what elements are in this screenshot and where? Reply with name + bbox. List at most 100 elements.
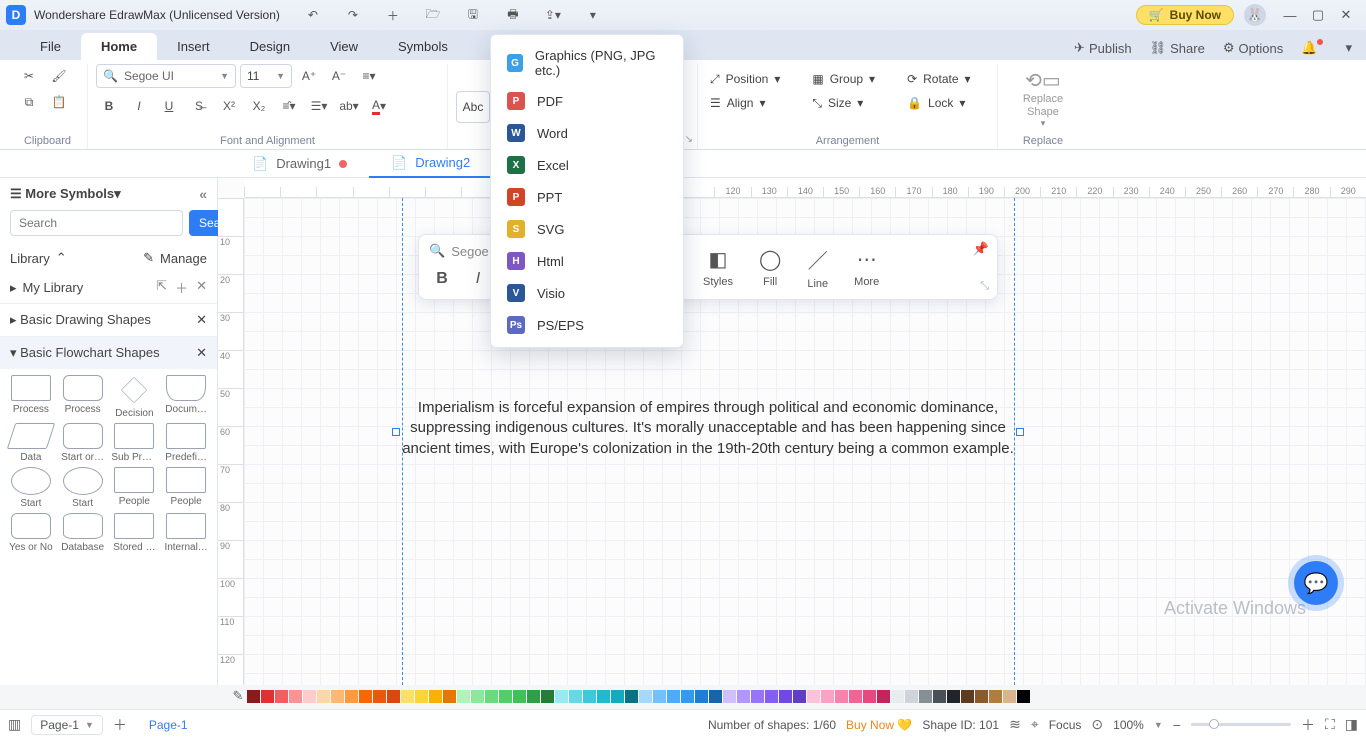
zoom-value[interactable]: 100%	[1113, 718, 1144, 732]
shape-sub-pro-[interactable]: Sub Pro…	[110, 423, 160, 463]
share-button[interactable]: ⛓ Share	[1144, 36, 1211, 60]
color-swatch[interactable]	[317, 690, 330, 703]
align-button[interactable]: ☰ Align▾	[706, 92, 784, 114]
export-item-ps-eps[interactable]: PsPS/EPS	[491, 309, 683, 341]
zoom-in-icon[interactable]: ＋	[1301, 715, 1315, 735]
print-icon[interactable]: 🖶	[500, 3, 526, 27]
color-swatch[interactable]	[415, 690, 428, 703]
styles-launcher-icon[interactable]: ↘	[685, 134, 693, 145]
shape-internal-[interactable]: Internal…	[161, 513, 211, 553]
color-swatch[interactable]	[387, 690, 400, 703]
export-item-svg[interactable]: SSVG	[491, 213, 683, 245]
manage-button[interactable]: ✎ Manage	[143, 250, 207, 266]
color-swatch[interactable]	[877, 690, 890, 703]
pin-icon[interactable]: 📌	[973, 241, 989, 257]
eyedropper-icon[interactable]: ✎	[230, 688, 246, 704]
undo-icon[interactable]: ↶	[300, 3, 326, 27]
doc-tab-drawing2[interactable]: 📄 Drawing2	[369, 150, 492, 178]
shape-data[interactable]: Data	[6, 423, 56, 463]
color-swatch[interactable]	[513, 690, 526, 703]
paste-icon[interactable]: 📋	[46, 90, 72, 114]
color-swatch[interactable]	[625, 690, 638, 703]
font-size-select[interactable]: 11▼	[240, 64, 292, 88]
color-swatch[interactable]	[961, 690, 974, 703]
focus-label[interactable]: Focus	[1049, 718, 1082, 732]
replace-shape-button[interactable]: ⟲▭ Replace Shape ▾	[1008, 68, 1078, 128]
redo-icon[interactable]: ↷	[340, 3, 366, 27]
align-menu-icon[interactable]: ≡▾	[356, 64, 382, 88]
color-swatch[interactable]	[611, 690, 624, 703]
window-maximize[interactable]: ▢	[1304, 7, 1332, 23]
zoom-slider[interactable]	[1191, 723, 1291, 726]
options-button[interactable]: ⚙ Options	[1217, 36, 1289, 60]
color-swatch[interactable]	[765, 690, 778, 703]
shape-process[interactable]: Process	[58, 375, 108, 419]
zoom-out-icon[interactable]: −	[1173, 717, 1181, 733]
color-swatch[interactable]	[821, 690, 834, 703]
ctx-more[interactable]: ⋯More	[848, 247, 885, 288]
color-swatch[interactable]	[555, 690, 568, 703]
qat-more-icon[interactable]: ▾	[580, 3, 606, 27]
color-swatch[interactable]	[709, 690, 722, 703]
color-swatch[interactable]	[863, 690, 876, 703]
font-family-select[interactable]: 🔍 Segoe UI▼	[96, 64, 236, 88]
tab-symbols[interactable]: Symbols	[378, 33, 468, 60]
page-tab-current[interactable]: Page-1	[149, 718, 188, 732]
color-swatch[interactable]	[779, 690, 792, 703]
shape-stored-[interactable]: Stored …	[110, 513, 160, 553]
ctx-resize-icon[interactable]: ⤡	[980, 280, 989, 293]
color-swatch[interactable]	[933, 690, 946, 703]
window-close[interactable]: ✕	[1332, 7, 1360, 23]
color-swatch[interactable]	[275, 690, 288, 703]
shape-process[interactable]: Process	[6, 375, 56, 419]
highlight-icon[interactable]: ab▾	[336, 94, 362, 118]
notifications-button[interactable]: 🔔	[1295, 36, 1333, 60]
ctx-fill[interactable]: ◯Fill	[753, 247, 787, 288]
color-swatch[interactable]	[807, 690, 820, 703]
collapse-panel-icon[interactable]: «	[199, 186, 207, 202]
ctx-styles[interactable]: ◧Styles	[697, 247, 739, 288]
color-swatch[interactable]	[667, 690, 680, 703]
export-item-html[interactable]: HHtml	[491, 245, 683, 277]
tab-view[interactable]: View	[310, 33, 378, 60]
color-swatch[interactable]	[471, 690, 484, 703]
color-swatch[interactable]	[401, 690, 414, 703]
color-swatch[interactable]	[989, 690, 1002, 703]
color-swatch[interactable]	[289, 690, 302, 703]
color-swatch[interactable]	[975, 690, 988, 703]
color-swatch[interactable]	[331, 690, 344, 703]
color-swatch[interactable]	[723, 690, 736, 703]
bullets-icon[interactable]: ☰▾	[306, 94, 332, 118]
shape-database[interactable]: Database	[58, 513, 108, 553]
export-icon[interactable]: ⇪▾	[540, 3, 566, 27]
size-button[interactable]: ⤡ Size▾	[808, 92, 879, 114]
new-icon[interactable]: ＋	[380, 3, 406, 27]
export-item-pdf[interactable]: PPDF	[491, 85, 683, 117]
shape-docum-[interactable]: Docum…	[161, 375, 211, 419]
superscript-icon[interactable]: X²	[216, 94, 242, 118]
ctx-italic-icon[interactable]: I	[465, 267, 491, 291]
status-buy-now[interactable]: Buy Now 💛	[846, 718, 912, 732]
cat-basic-flowchart[interactable]: ▾ Basic Flowchart Shapes ✕	[0, 336, 217, 369]
color-swatch[interactable]	[737, 690, 750, 703]
color-swatch[interactable]	[457, 690, 470, 703]
export-item-excel[interactable]: XExcel	[491, 149, 683, 181]
tab-design[interactable]: Design	[230, 33, 310, 60]
doc-tab-drawing1[interactable]: 📄 Drawing1	[230, 150, 369, 178]
symbols-panel-title[interactable]: ☰ More Symbols▾	[10, 186, 121, 202]
handle-right[interactable]	[1016, 428, 1024, 436]
shape-start[interactable]: Start	[58, 467, 108, 509]
color-swatch[interactable]	[499, 690, 512, 703]
shrink-font-icon[interactable]: A⁻	[326, 64, 352, 88]
shape-predefi-[interactable]: Predefi…	[161, 423, 211, 463]
ctx-bold-icon[interactable]: B	[429, 267, 455, 291]
cat-0-close-icon[interactable]: ✕	[196, 312, 207, 328]
page-selector[interactable]: Page-1 ▼	[31, 715, 103, 735]
buy-now-button[interactable]: 🛒 Buy Now	[1136, 5, 1234, 25]
fullscreen-icon[interactable]: ⛶	[1325, 716, 1335, 733]
color-swatch[interactable]	[485, 690, 498, 703]
shape-people[interactable]: People	[161, 467, 211, 509]
window-minimize[interactable]: —	[1276, 8, 1304, 23]
copy-icon[interactable]: ⧉	[16, 90, 42, 114]
mylib-close-icon[interactable]: ✕	[196, 278, 207, 297]
